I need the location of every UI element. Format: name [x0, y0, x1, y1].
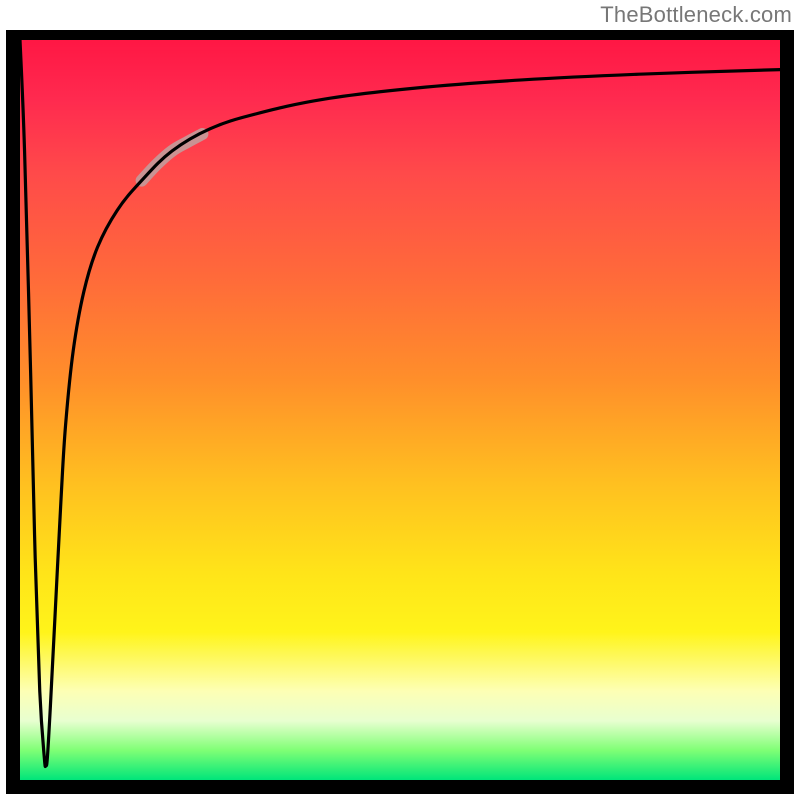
- bottleneck-curve: [20, 40, 780, 767]
- curve-svg: [20, 40, 780, 780]
- watermark-text: TheBottleneck.com: [600, 2, 792, 28]
- plot-frame: [6, 30, 794, 794]
- plot-area: [20, 40, 780, 780]
- highlight-segment: [142, 134, 203, 181]
- chart-container: TheBottleneck.com: [0, 0, 800, 800]
